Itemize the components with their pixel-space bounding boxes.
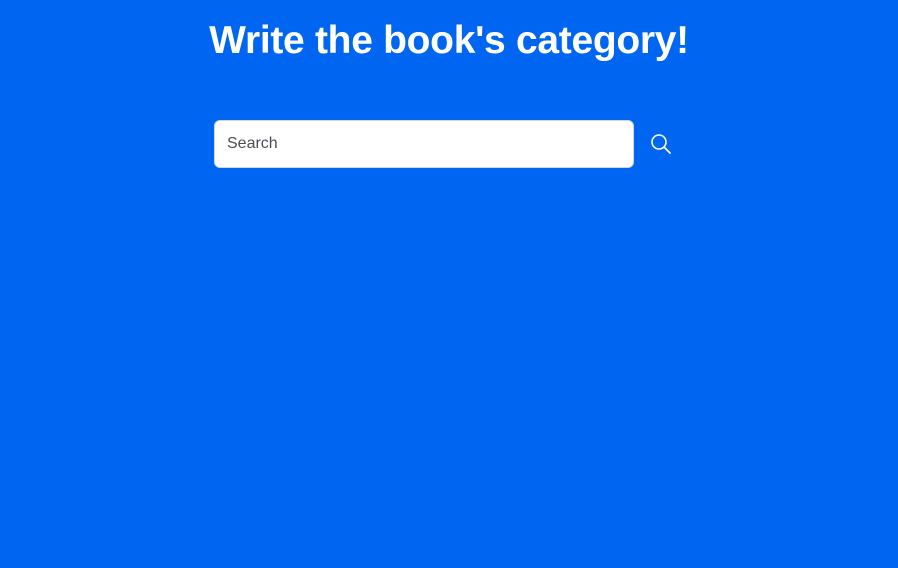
search-bar (214, 120, 674, 168)
search-icon (650, 133, 672, 155)
search-input[interactable] (214, 120, 634, 168)
search-button[interactable] (648, 131, 674, 157)
page-title: Write the book's category! (209, 19, 689, 62)
